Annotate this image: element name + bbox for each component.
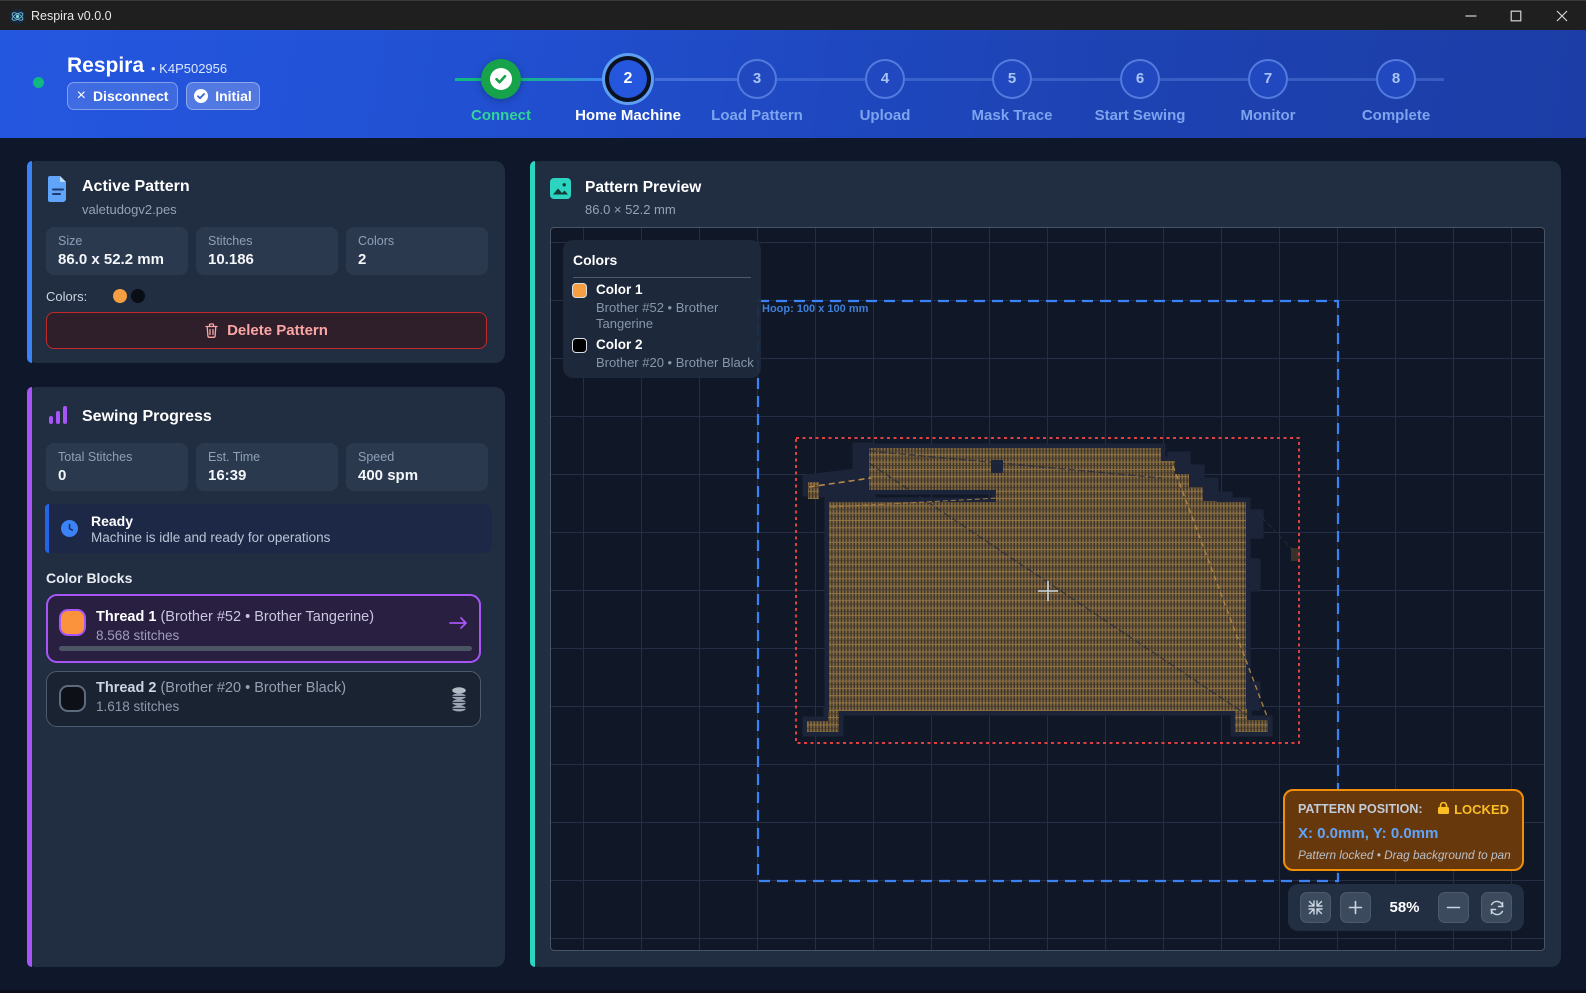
svg-text:Hoop: 100 x 100 mm: Hoop: 100 x 100 mm: [762, 303, 869, 315]
